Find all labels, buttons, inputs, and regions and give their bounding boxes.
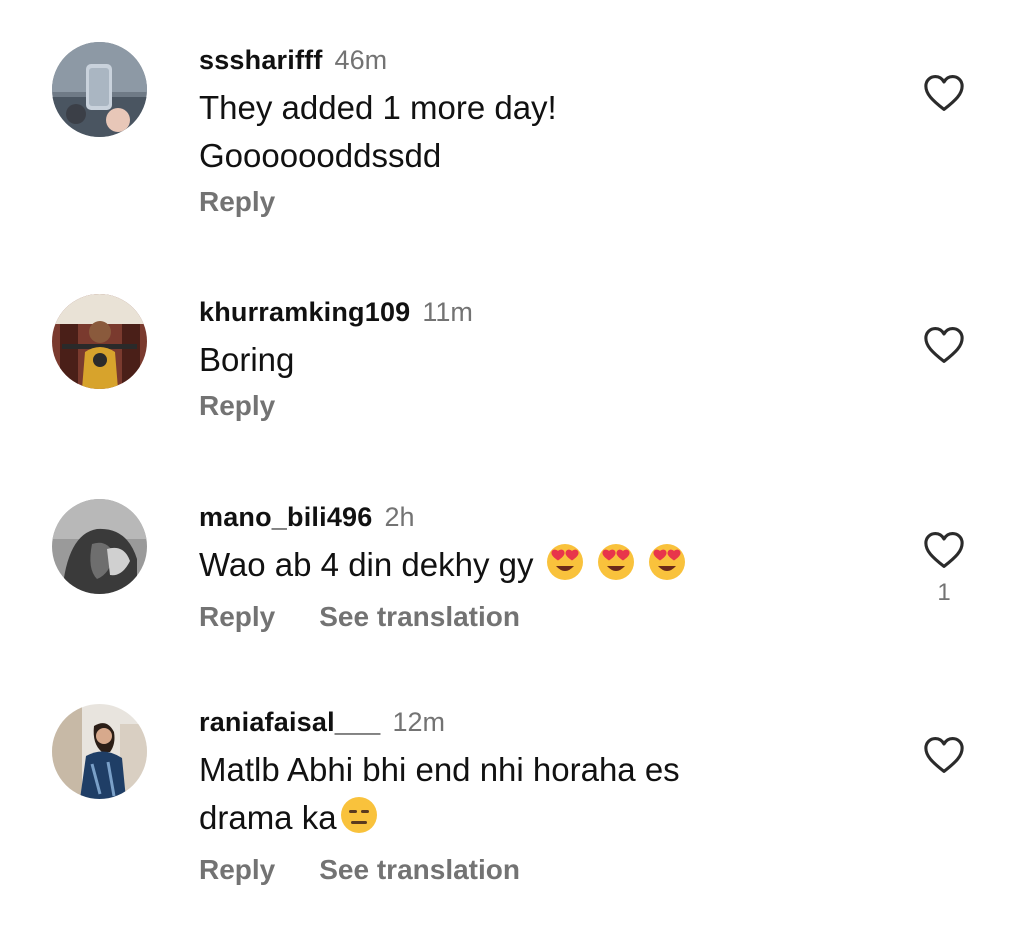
heart-outline-icon[interactable] bbox=[923, 531, 965, 569]
comment-text: Boring bbox=[199, 341, 295, 378]
avatar[interactable] bbox=[52, 499, 147, 594]
comment-actions: Reply bbox=[199, 390, 884, 422]
comment-text-content: Matlb Abhi bhi end nhi horaha es drama k… bbox=[199, 751, 680, 836]
like-control bbox=[920, 736, 968, 774]
like-control: 1 bbox=[920, 531, 968, 607]
timestamp: 11m bbox=[422, 296, 473, 327]
username[interactable]: raniafaisal___ bbox=[199, 707, 380, 738]
expressionless-emoji bbox=[339, 795, 379, 848]
like-control bbox=[920, 326, 968, 364]
comment-actions: Reply bbox=[199, 186, 884, 218]
like-count: 1 bbox=[937, 579, 951, 606]
comment-actions: Reply See translation bbox=[199, 601, 884, 633]
timestamp: 2h bbox=[384, 501, 415, 532]
timestamp: 46m bbox=[334, 44, 388, 75]
comment-body: khurramking109 11m Boring Reply bbox=[199, 292, 884, 422]
comment-text: Wao ab 4 din dekhy gy bbox=[199, 541, 884, 595]
comment-body: raniafaisal___ 12m Matlb Abhi bhi end nh… bbox=[199, 702, 884, 886]
heart-outline-icon[interactable] bbox=[923, 736, 965, 774]
username[interactable]: mano_bili496 bbox=[199, 502, 372, 533]
heart-outline-icon[interactable] bbox=[923, 326, 965, 364]
comment-body: sssharifff 46m They added 1 more day! Go… bbox=[199, 40, 884, 218]
timestamp: 12m bbox=[392, 706, 445, 737]
heart-eyes-emoji bbox=[647, 542, 687, 595]
comment-meta: mano_bili496 2h bbox=[199, 497, 884, 537]
reply-button[interactable]: Reply bbox=[199, 186, 275, 218]
heart-outline-icon[interactable] bbox=[923, 74, 965, 112]
like-control bbox=[920, 74, 968, 112]
username[interactable]: sssharifff bbox=[199, 45, 323, 76]
comment-text: Matlb Abhi bhi end nhi horaha es drama k… bbox=[199, 746, 884, 848]
comment-text-content: Wao ab 4 din dekhy gy bbox=[199, 546, 534, 583]
comment-meta: sssharifff 46m bbox=[199, 40, 884, 80]
username[interactable]: khurramking109 bbox=[199, 297, 410, 328]
reply-button[interactable]: Reply bbox=[199, 601, 275, 633]
avatar[interactable] bbox=[52, 704, 147, 799]
comment-meta: raniafaisal___ 12m bbox=[199, 702, 884, 742]
comment-body: mano_bili496 2h Wao ab 4 din dekhy gy Re… bbox=[199, 497, 884, 633]
reply-button[interactable]: Reply bbox=[199, 854, 275, 886]
reply-button[interactable]: Reply bbox=[199, 390, 275, 422]
heart-eyes-emoji bbox=[545, 542, 585, 595]
comment-text: They added 1 more day! Gooooooddssdd bbox=[199, 89, 557, 174]
see-translation-button[interactable]: See translation bbox=[319, 601, 520, 633]
see-translation-button[interactable]: See translation bbox=[319, 854, 520, 886]
heart-eyes-emoji bbox=[596, 542, 636, 595]
avatar[interactable] bbox=[52, 42, 147, 137]
comment-actions: Reply See translation bbox=[199, 854, 884, 886]
avatar[interactable] bbox=[52, 294, 147, 389]
comment-meta: khurramking109 11m bbox=[199, 292, 884, 332]
